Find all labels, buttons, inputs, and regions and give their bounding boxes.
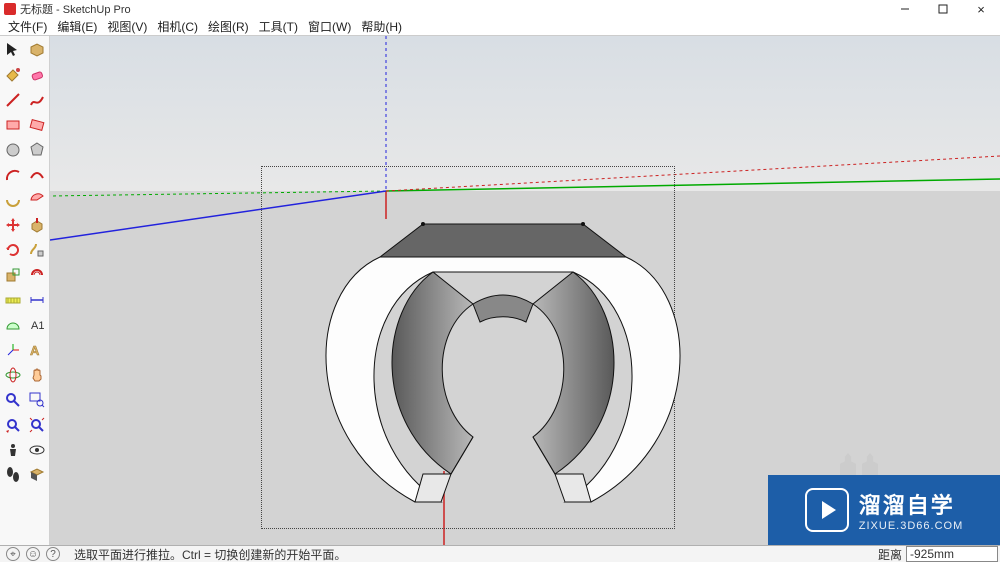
distance-label: 距离	[878, 546, 902, 563]
title-bar: 无标题 - SketchUp Pro ×	[0, 0, 1000, 18]
protractor-tool[interactable]	[1, 313, 24, 336]
zoom-tool[interactable]	[1, 388, 24, 411]
eraser-tool[interactable]	[25, 63, 48, 86]
watermark-title: 溜溜自学	[859, 488, 955, 520]
text-tool[interactable]: A1	[25, 313, 48, 336]
minimize-button[interactable]	[886, 0, 924, 18]
distance-input[interactable]: -925mm	[906, 546, 998, 562]
3dtext-tool[interactable]: A	[25, 338, 48, 361]
status-geolocate-button[interactable]: ⌖	[6, 547, 20, 561]
close-button[interactable]: ×	[962, 0, 1000, 18]
window-title: 无标题 - SketchUp Pro	[20, 1, 131, 17]
menu-help[interactable]: 帮助(H)	[357, 18, 406, 35]
freehand-tool[interactable]	[25, 88, 48, 111]
zoom-window-tool[interactable]	[25, 388, 48, 411]
followme-tool[interactable]	[25, 238, 48, 261]
main-toolbar: A1 A	[0, 36, 50, 545]
zoom-extents-tool[interactable]	[25, 413, 48, 436]
menu-window[interactable]: 窗口(W)	[304, 18, 355, 35]
pan-tool[interactable]	[25, 363, 48, 386]
lookaround-tool[interactable]	[25, 438, 48, 461]
circle-tool[interactable]	[1, 138, 24, 161]
status-help-button[interactable]: ?	[46, 547, 60, 561]
watermark-badge: 溜溜自学 ZIXUE.3D66.COM	[768, 475, 1000, 545]
3pt-arc-tool[interactable]	[1, 188, 24, 211]
menu-edit[interactable]: 编辑(E)	[53, 18, 101, 35]
status-hint: 选取平面进行推拉。Ctrl = 切换创建新的开始平面。	[74, 546, 346, 563]
dimension-tool[interactable]	[25, 288, 48, 311]
section-tool[interactable]	[25, 463, 48, 486]
menu-bar: 文件(F) 编辑(E) 视图(V) 相机(C) 绘图(R) 工具(T) 窗口(W…	[0, 18, 1000, 36]
menu-draw[interactable]: 绘图(R)	[204, 18, 253, 35]
walk-tool[interactable]	[1, 463, 24, 486]
app-icon	[4, 3, 16, 15]
axes-tool[interactable]	[1, 338, 24, 361]
svg-text:A: A	[30, 343, 40, 358]
2pt-arc-tool[interactable]	[25, 163, 48, 186]
watermark-url: ZIXUE.3D66.COM	[859, 520, 963, 532]
move-tool[interactable]	[1, 213, 24, 236]
window-controls: ×	[886, 0, 1000, 18]
offset-tool[interactable]	[25, 263, 48, 286]
menu-view[interactable]: 视图(V)	[103, 18, 151, 35]
line-tool[interactable]	[1, 88, 24, 111]
arc-tool[interactable]	[1, 163, 24, 186]
play-icon	[805, 488, 849, 532]
position-camera-tool[interactable]	[1, 438, 24, 461]
polygon-tool[interactable]	[25, 138, 48, 161]
tape-tool[interactable]	[1, 288, 24, 311]
scale-tool[interactable]	[1, 263, 24, 286]
rectangle-tool[interactable]	[1, 113, 24, 136]
maximize-button[interactable]	[924, 0, 962, 18]
component-tool[interactable]	[25, 38, 48, 61]
model-arch[interactable]	[323, 212, 683, 542]
pie-tool[interactable]	[25, 188, 48, 211]
rotate-tool[interactable]	[1, 238, 24, 261]
status-bar: ⌖ ☺ ? 选取平面进行推拉。Ctrl = 切换创建新的开始平面。 距离 -92…	[0, 545, 1000, 562]
svg-text:A1: A1	[31, 320, 44, 332]
rotated-rect-tool[interactable]	[25, 113, 48, 136]
scale-figure-icon	[840, 453, 878, 477]
viewport[interactable]	[50, 36, 1000, 545]
menu-camera[interactable]: 相机(C)	[153, 18, 202, 35]
orbit-tool[interactable]	[1, 363, 24, 386]
select-tool[interactable]	[1, 38, 24, 61]
paint-tool[interactable]	[1, 63, 24, 86]
prev-view-tool[interactable]	[1, 413, 24, 436]
pushpull-tool[interactable]	[25, 213, 48, 236]
menu-file[interactable]: 文件(F)	[4, 18, 51, 35]
status-credits-button[interactable]: ☺	[26, 547, 40, 561]
menu-tools[interactable]: 工具(T)	[255, 18, 302, 35]
